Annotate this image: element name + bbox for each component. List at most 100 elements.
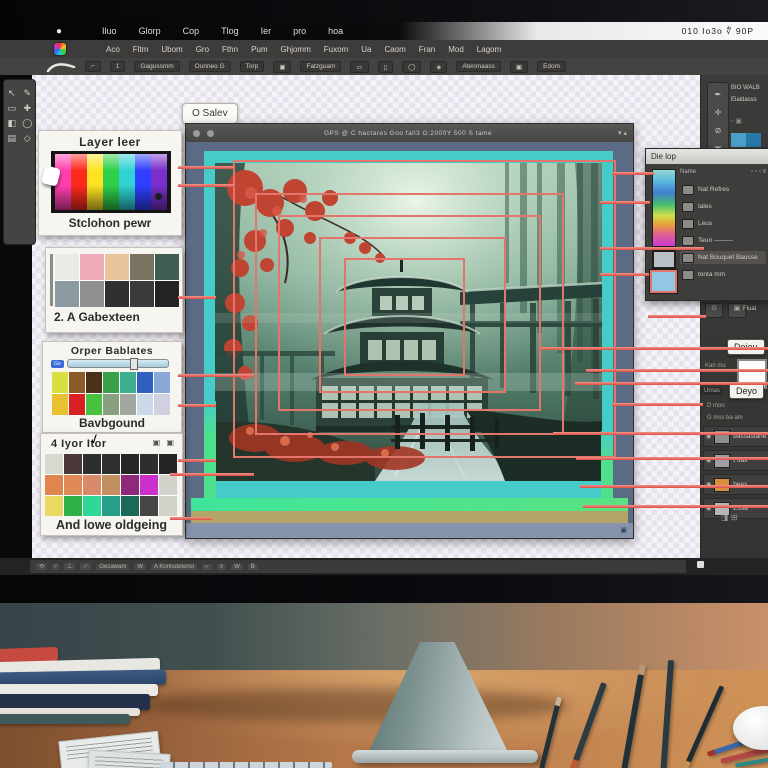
mac-menu-item[interactable]: pro	[293, 26, 306, 36]
color-swatch[interactable]	[52, 394, 68, 415]
color-swatch[interactable]	[154, 394, 170, 415]
color-swatch[interactable]	[83, 454, 101, 474]
color-swatch[interactable]	[130, 254, 154, 280]
color-swatch[interactable]	[159, 475, 177, 495]
gradient-column[interactable]	[151, 154, 167, 210]
layers-panel-title[interactable]: Die lop	[646, 149, 768, 164]
color-swatch[interactable]	[140, 475, 158, 495]
color-swatch[interactable]	[105, 281, 129, 307]
color-swatch[interactable]	[52, 372, 68, 393]
color-swatch[interactable]	[86, 394, 102, 415]
slider-track[interactable]	[66, 358, 169, 370]
color-swatch[interactable]	[105, 254, 129, 280]
status-chip[interactable]: ⌐	[202, 563, 212, 570]
tool-icon[interactable]: ↖	[4, 88, 20, 98]
app-menu-item[interactable]: Ubom	[161, 45, 182, 54]
color-swatch[interactable]	[155, 254, 179, 280]
layer-row[interactable]: Leus	[680, 217, 766, 230]
option-control[interactable]: Torp	[239, 61, 265, 72]
picker-dot[interactable]	[155, 193, 162, 200]
option-control[interactable]: ▭	[350, 60, 369, 73]
option-control[interactable]: ◯	[402, 60, 422, 73]
color-swatch[interactable]	[137, 394, 153, 415]
color-swatch[interactable]	[55, 281, 79, 307]
selected-blue-swatch[interactable]	[649, 269, 678, 294]
option-control[interactable]: 1	[109, 61, 126, 72]
option-control[interactable]: ◈	[430, 60, 448, 73]
option-control[interactable]: Edom	[537, 61, 567, 72]
mac-menu-item[interactable]: Ier	[261, 26, 272, 36]
app-menu-item[interactable]: Ghjomm	[281, 45, 311, 54]
color-swatch[interactable]	[154, 372, 170, 393]
target-icon[interactable]: ⊙	[705, 303, 723, 318]
tool-icon[interactable]: ▤	[4, 133, 20, 143]
eye-icon[interactable]: ◉	[706, 457, 711, 464]
layer-row[interactable]: ◉ Fitas	[703, 450, 768, 471]
mac-menu-item[interactable]: Cop	[183, 26, 200, 36]
option-control[interactable]: Atenmaass	[456, 61, 501, 72]
layer-row[interactable]: tonta mm	[680, 268, 766, 281]
color-swatch[interactable]	[159, 454, 177, 474]
status-chip[interactable]: ⟲	[36, 563, 48, 570]
color-swatch[interactable]	[103, 372, 119, 393]
eye-icon[interactable]: ◉	[706, 481, 711, 488]
status-chip[interactable]: ⊥	[64, 563, 76, 570]
header-icons[interactable]: ▫ ▫ ▫ ≡	[751, 169, 766, 175]
titlebar-icons[interactable]: ▾ ▴	[618, 129, 627, 137]
color-swatch[interactable]	[140, 454, 158, 474]
mac-menu-item[interactable]: Tlog	[221, 26, 239, 36]
color-swatch[interactable]	[45, 454, 63, 474]
panel-tool-icon[interactable]: ⊘	[715, 126, 722, 135]
tool-icon[interactable]: ◧	[4, 118, 20, 128]
color-swatch[interactable]	[102, 496, 120, 516]
window-button[interactable]	[193, 129, 200, 137]
panel-tool-icon[interactable]: ✒	[715, 90, 722, 99]
mac-menu-item[interactable]: hoa	[328, 26, 343, 36]
app-menu-item[interactable]: Fran	[419, 45, 435, 54]
color-swatch[interactable]	[64, 496, 82, 516]
artwork-image[interactable]	[215, 163, 602, 481]
slider-handle[interactable]	[129, 358, 138, 370]
status-chip[interactable]: Gezawam	[96, 563, 130, 570]
gradient-column[interactable]	[119, 154, 135, 210]
app-menu-item[interactable]: Pum	[251, 45, 267, 54]
option-control[interactable]: ▣	[273, 60, 292, 73]
color-swatch[interactable]	[45, 475, 63, 495]
layer-row[interactable]: tales	[680, 200, 766, 213]
option-control[interactable]: Gagussmm	[134, 61, 180, 72]
option-control[interactable]: Ounneo G	[188, 61, 231, 72]
color-swatch[interactable]	[120, 372, 136, 393]
app-menu-item[interactable]: Fthn	[222, 45, 238, 54]
panel-footer-icons[interactable]: ◨ ⊞	[721, 513, 737, 522]
color-swatch[interactable]	[69, 394, 85, 415]
layer-row[interactable]: Teun ———	[680, 234, 766, 247]
option-control[interactable]: ⌐	[85, 61, 101, 72]
status-chip[interactable]: W	[231, 563, 243, 570]
layer-row[interactable]: ◉ bassastane	[703, 426, 768, 447]
gradient-column[interactable]	[135, 154, 151, 210]
color-swatch[interactable]	[80, 254, 104, 280]
layer-row[interactable]: Nat Bouquet Bausse	[680, 251, 766, 264]
gray-swatch[interactable]	[652, 250, 676, 269]
color-swatch[interactable]	[64, 454, 82, 474]
color-swatch[interactable]	[140, 496, 158, 516]
tool-icon[interactable]: ◇	[20, 133, 36, 143]
color-swatch[interactable]	[102, 454, 120, 474]
color-swatch[interactable]	[103, 394, 119, 415]
color-swatch[interactable]	[69, 372, 85, 393]
status-chip[interactable]: ✓	[80, 563, 92, 570]
window-button[interactable]	[207, 129, 214, 137]
rainbow-gradient-picker[interactable]	[55, 154, 167, 210]
option-control[interactable]: Fatzguam	[300, 61, 342, 72]
color-swatch[interactable]	[86, 372, 102, 393]
layer-row[interactable]: Nat Refres	[680, 183, 766, 196]
app-menu-item[interactable]: Aco	[106, 45, 120, 54]
app-menu-item[interactable]: Ua	[361, 45, 371, 54]
color-swatch[interactable]	[121, 475, 139, 495]
gradient-column[interactable]	[87, 154, 103, 210]
tool-icon[interactable]: ✚	[20, 103, 36, 113]
gradient-swatch[interactable]	[652, 169, 676, 247]
document-titlebar[interactable]: GPS @ C hactares Goo fall3 G.2000Y 500 S…	[186, 124, 633, 142]
status-chip[interactable]: A Kontsdetensi	[151, 563, 198, 570]
eye-icon[interactable]: ◉	[706, 505, 711, 512]
